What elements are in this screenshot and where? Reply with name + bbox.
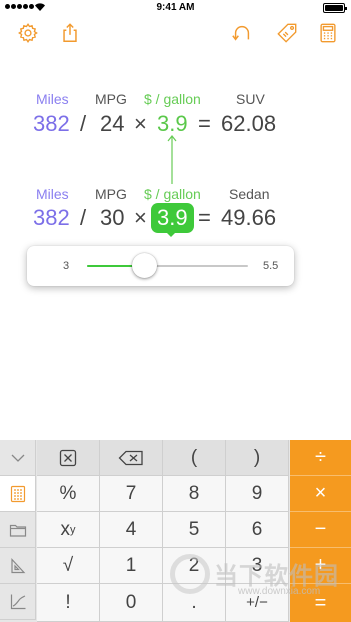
geometry-button[interactable]: [0, 548, 36, 584]
equals-operator: =: [198, 111, 211, 136]
key-9[interactable]: 9: [226, 476, 289, 512]
decimal-key[interactable]: .: [163, 584, 226, 622]
suv-label: SUV: [236, 91, 265, 107]
keypad-mode-button[interactable]: [0, 476, 36, 512]
sedan-price-value-selected[interactable]: 3.9: [151, 203, 194, 233]
power-exponent: y: [70, 523, 76, 536]
keypad-grid-icon: [10, 485, 25, 502]
power-base: x: [60, 518, 71, 540]
add-key[interactable]: +: [290, 548, 351, 584]
sedan-label: Sedan: [229, 186, 270, 202]
keypad: ( ) % 7 8 9 xy 4 5 6 √ 1 2 3 ! 0 . +/− ÷…: [0, 440, 351, 622]
close-paren-key[interactable]: ): [226, 440, 289, 476]
key-6[interactable]: 6: [226, 512, 289, 548]
key-5[interactable]: 5: [163, 512, 226, 548]
slider-track[interactable]: [87, 265, 248, 267]
percent-key[interactable]: %: [37, 476, 100, 512]
mpg-label: MPG: [95, 186, 127, 202]
clear-box-icon: [59, 449, 77, 466]
divide-operator: /: [80, 111, 87, 136]
share-icon: [63, 23, 77, 42]
files-button[interactable]: [0, 512, 36, 548]
undo-icon: [232, 25, 250, 41]
price-label: $ / gallon: [144, 186, 201, 202]
suv-miles-value[interactable]: 382: [33, 111, 70, 137]
suv-result-value: 62.08: [221, 111, 277, 136]
toolbar: [0, 16, 351, 50]
subtract-key[interactable]: −: [290, 512, 351, 548]
status-time: 9:41 AM: [156, 2, 195, 13]
settings-button[interactable]: [15, 20, 41, 46]
negate-key[interactable]: +/−: [226, 584, 289, 622]
sedan-miles-value[interactable]: 382: [33, 205, 70, 231]
tag-button[interactable]: [274, 20, 300, 46]
collapse-keypad-button[interactable]: [0, 440, 36, 476]
sedan-mpg-value[interactable]: 30: [100, 205, 124, 231]
key-1[interactable]: 1: [100, 548, 163, 584]
mpg-label: MPG: [95, 91, 127, 107]
divide-operator: /: [80, 205, 87, 230]
equals-key[interactable]: =: [290, 584, 351, 622]
share-button[interactable]: [57, 20, 83, 46]
slider-max-label: 5.5: [263, 260, 279, 272]
slider-min-label: 3: [63, 260, 70, 272]
equals-operator: =: [198, 205, 211, 230]
triangle-ruler-icon: [10, 557, 25, 573]
key-2[interactable]: 2: [163, 548, 226, 584]
multiply-operator: ×: [134, 205, 147, 230]
factorial-key[interactable]: !: [37, 584, 100, 622]
settings-gear-icon: [18, 23, 38, 43]
divide-key[interactable]: ÷: [290, 440, 351, 476]
sedan-equation-labels: Miles MPG $ / gallon Sedan: [0, 186, 351, 204]
key-8[interactable]: 8: [163, 476, 226, 512]
key-7[interactable]: 7: [100, 476, 163, 512]
sqrt-key[interactable]: √: [37, 548, 100, 584]
graph-icon: [10, 594, 25, 609]
graph-button[interactable]: [0, 584, 36, 620]
suv-equation-labels: Miles MPG $ / gallon SUV: [0, 91, 351, 109]
key-3[interactable]: 3: [226, 548, 289, 584]
suv-mpg-value[interactable]: 24: [100, 111, 124, 137]
link-arrow-icon: [167, 135, 177, 184]
backspace-icon: [118, 450, 143, 465]
tag-icon: [277, 23, 297, 43]
power-key[interactable]: xy: [37, 512, 100, 548]
price-label: $ / gallon: [144, 91, 201, 107]
open-paren-key[interactable]: (: [163, 440, 226, 476]
folder-icon: [9, 524, 26, 537]
battery-icon: [323, 3, 347, 13]
calculator-button[interactable]: [315, 20, 341, 46]
status-bar: 9:41 AM: [0, 0, 351, 16]
calculator-icon: [320, 23, 336, 43]
key-4[interactable]: 4: [100, 512, 163, 548]
miles-label: Miles: [36, 186, 69, 202]
sedan-result-value: 49.66: [221, 205, 277, 230]
miles-label: Miles: [36, 91, 69, 107]
clear-key[interactable]: [37, 440, 100, 476]
operator-column: ÷ × − + =: [290, 440, 351, 622]
key-0[interactable]: 0: [100, 584, 163, 622]
multiply-operator: ×: [134, 111, 147, 136]
keypad-main-grid: ( ) % 7 8 9 xy 4 5 6 √ 1 2 3 ! 0 . +/−: [37, 440, 289, 622]
multiply-key[interactable]: ×: [290, 476, 351, 512]
backspace-key[interactable]: [100, 440, 163, 476]
selection-pointer: [164, 230, 178, 237]
undo-button[interactable]: [229, 20, 255, 46]
chevron-down-icon: [11, 454, 24, 462]
